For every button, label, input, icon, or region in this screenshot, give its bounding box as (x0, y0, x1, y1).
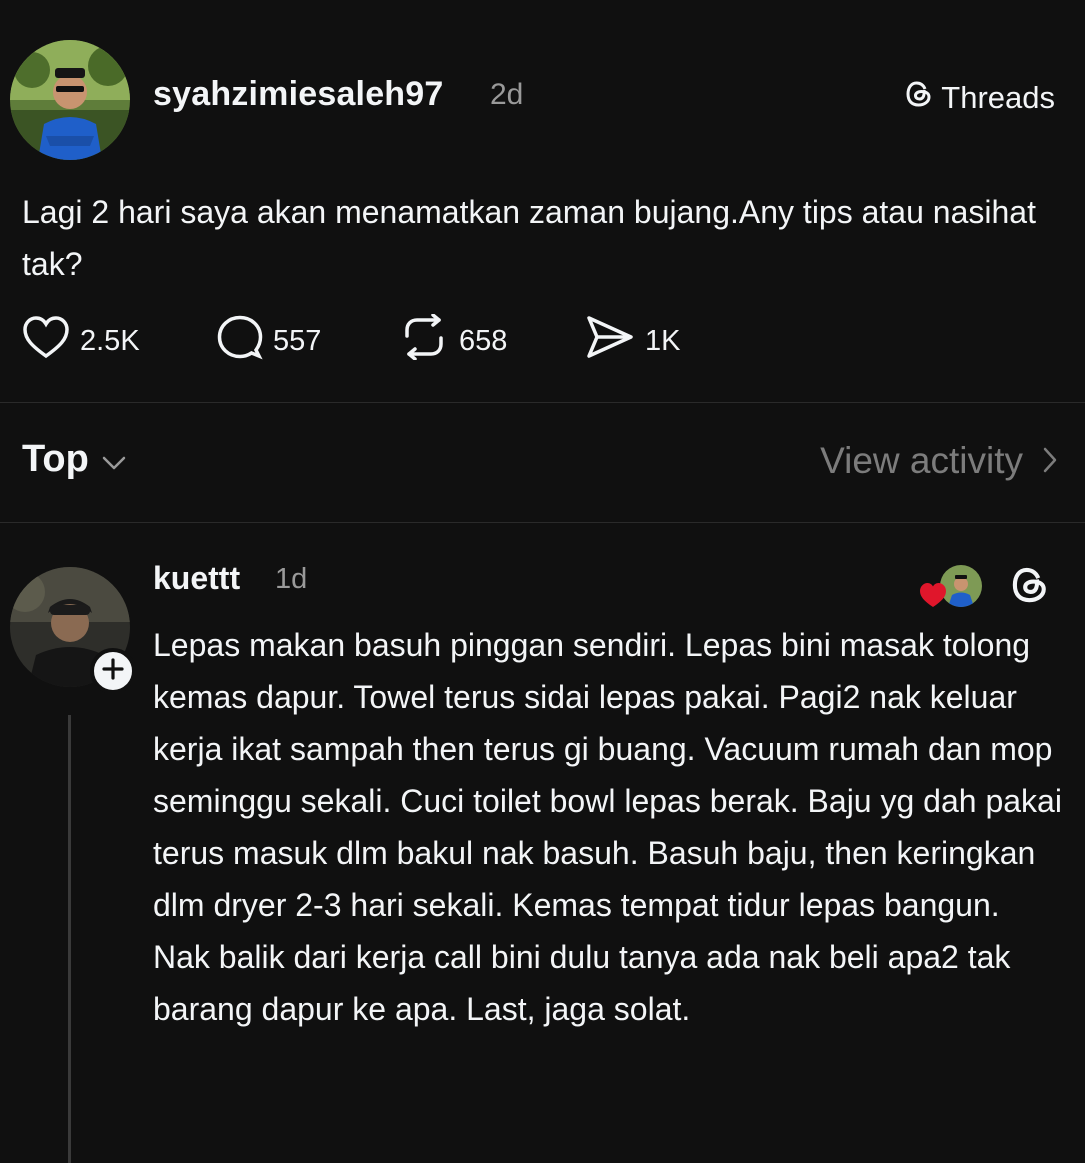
comment-count: 557 (273, 324, 322, 357)
post-timestamp: 2d (490, 78, 524, 111)
divider-top (0, 402, 1085, 403)
repost-icon (399, 313, 449, 368)
reply-threads-logo-icon[interactable] (1008, 563, 1052, 612)
chevron-right-icon (1043, 440, 1057, 482)
view-activity-label: View activity (820, 440, 1023, 481)
like-count: 2.5K (80, 324, 140, 357)
threads-brand[interactable]: Threads (903, 78, 1055, 118)
post-author-username[interactable]: syahzimiesaleh97 (153, 75, 444, 114)
liked-heart-icon (918, 581, 948, 614)
heart-icon (22, 315, 70, 367)
comment-button[interactable]: 557 (217, 314, 399, 368)
repost-button[interactable]: 658 (399, 313, 585, 368)
threads-logo-icon (903, 78, 935, 118)
sort-label: Top (22, 438, 89, 480)
reply-text: Lepas makan basuh pinggan sendiri. Lepas… (153, 627, 1062, 1027)
share-count: 1K (645, 324, 681, 357)
post-text: Lagi 2 hari saya akan menamatkan zaman b… (22, 194, 1036, 282)
post-author-avatar[interactable] (10, 40, 130, 160)
author-liked-indicator (918, 563, 984, 613)
share-button[interactable]: 1K (585, 314, 680, 368)
divider-replies (0, 522, 1085, 523)
plus-icon (102, 657, 124, 685)
share-icon (585, 314, 635, 368)
view-activity-link[interactable]: View activity (820, 440, 1057, 482)
reply-timestamp: 1d (275, 563, 308, 595)
reply-author-username[interactable]: kuettt (153, 560, 240, 597)
sort-dropdown[interactable]: Top (22, 438, 127, 481)
reply-thread-line (68, 715, 71, 1163)
chevron-down-icon (101, 438, 127, 481)
follow-button[interactable] (90, 648, 136, 694)
threads-brand-label: Threads (941, 80, 1055, 115)
repost-count: 658 (459, 324, 508, 357)
like-button[interactable]: 2.5K (22, 315, 217, 367)
post-actions: 2.5K 557 658 1K (22, 313, 680, 368)
comment-icon (217, 314, 263, 368)
